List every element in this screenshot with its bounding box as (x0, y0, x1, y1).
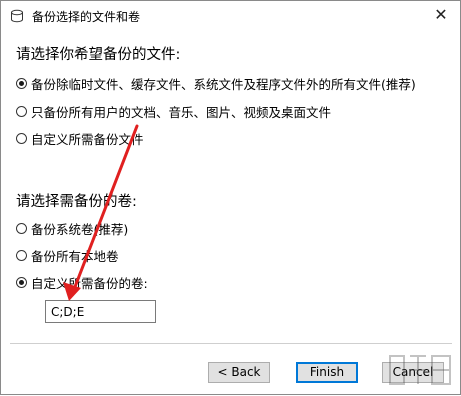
files-heading: 请选择你希望备份的文件: (16, 47, 181, 63)
backup-dialog: 备份选择的文件和卷 ✕ 请选择你希望备份的文件: 备份除临时文件、缓存文件、系统… (0, 0, 461, 395)
custom-volumes-input[interactable] (45, 300, 156, 323)
radio-label: 自定义所需备份文件 (31, 131, 144, 147)
disk-icon (11, 9, 23, 23)
volumes-heading: 请选择需备份的卷: (16, 194, 137, 210)
radio-all-files-except-temp[interactable]: 备份除临时文件、缓存文件、系统文件及程序文件外的所有文件(推荐) (16, 74, 416, 92)
radio-custom-files[interactable]: 自定义所需备份文件 (16, 129, 144, 147)
radio-custom-volumes[interactable]: 自定义所需备份的卷: (16, 273, 148, 291)
radio-user-documents-only[interactable]: 只备份所有用户的文档、音乐、图片、视频及桌面文件 (16, 102, 331, 120)
back-button[interactable]: < Back (208, 362, 270, 383)
radio-label: 备份除临时文件、缓存文件、系统文件及程序文件外的所有文件(推荐) (31, 76, 416, 92)
close-icon: ✕ (434, 5, 448, 24)
close-button[interactable]: ✕ (428, 3, 454, 27)
radio-button-checked[interactable] (16, 276, 27, 288)
radio-button[interactable] (16, 222, 27, 234)
radio-label: 自定义所需备份的卷: (31, 275, 148, 291)
radio-system-volume[interactable]: 备份系统卷(推荐) (16, 219, 128, 237)
radio-label: 备份所有本地卷 (31, 248, 119, 264)
radio-label: 备份系统卷(推荐) (31, 221, 129, 237)
radio-button[interactable] (16, 132, 27, 144)
title-bar: 备份选择的文件和卷 ✕ (1, 1, 460, 31)
radio-label: 只备份所有用户的文档、音乐、图片、视频及桌面文件 (31, 104, 332, 120)
radio-button[interactable] (16, 105, 27, 117)
cancel-button[interactable]: Cancel (382, 362, 444, 383)
radio-button-checked[interactable] (16, 77, 27, 89)
footer-divider (10, 343, 452, 344)
finish-button[interactable]: Finish (296, 362, 358, 383)
window-title: 备份选择的文件和卷 (32, 10, 141, 24)
radio-all-local-volumes[interactable]: 备份所有本地卷 (16, 246, 119, 264)
radio-button[interactable] (16, 249, 27, 261)
